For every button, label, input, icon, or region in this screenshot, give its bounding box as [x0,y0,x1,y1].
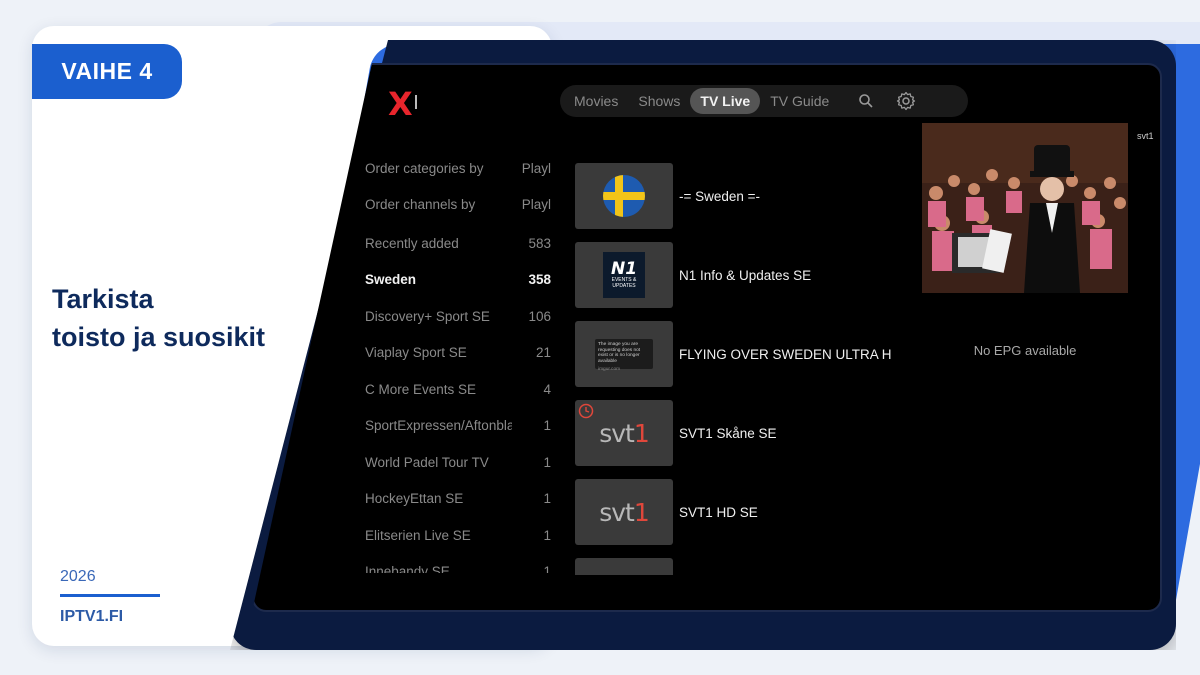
channel-row[interactable] [575,558,925,575]
category-item[interactable]: Viaplay Sport SE 21 [365,345,551,365]
channel-name: SVT1 HD SE [679,504,758,520]
app-logo[interactable]: X [388,85,413,123]
top-nav: Movies Shows TV Live TV Guide [560,85,968,117]
headline-line-2: toisto ja suosikit [52,322,266,352]
channel-thumbnail: svt1 [575,400,673,466]
channel-name: -= Sweden =- [679,188,761,204]
channel-row[interactable]: svt1 SVT1 HD SE [575,479,925,545]
gear-icon[interactable] [893,88,919,114]
error-thumbnail: The image you are requesting does not ex… [595,339,653,372]
channel-row[interactable]: svt1 SVT1 Skåne SE [575,400,925,466]
search-icon[interactable] [853,88,879,114]
channel-name: N1 Info & Updates SE [679,267,812,283]
nav-movies[interactable]: Movies [564,88,628,114]
category-item[interactable]: HockeyEttan SE 1 [365,491,551,511]
app-screen: X Movies Shows TV Live TV Guide Order ca… [252,63,1162,612]
channel-thumbnail: The image you are requesting does not ex… [575,321,673,387]
n1-logo: N1 EVENTS & UPDATES [603,252,645,298]
svt1-logo: svt1 [599,418,650,448]
channel-thumbnail [575,163,673,229]
epg-status: No EPG available [973,343,1077,358]
nav-shows[interactable]: Shows [628,88,690,114]
category-item[interactable]: Innebandy SE 1 [365,564,551,573]
video-preview[interactable] [922,123,1128,293]
step-badge: VAIHE 4 [32,44,182,99]
channel-row[interactable]: The image you are requesting does not ex… [575,321,925,387]
footer-divider [60,594,160,597]
category-item[interactable]: Order categories by Playl [365,161,551,181]
sweden-flag-icon [603,175,645,217]
category-item[interactable]: Order channels by Playl [365,197,551,217]
channel-thumbnail: N1 EVENTS & UPDATES [575,242,673,308]
category-item[interactable]: World Padel Tour TV 1 [365,455,551,475]
category-item[interactable]: Elitserien Live SE 1 [365,528,551,548]
footer-site: IPTV1.FI [60,608,124,625]
channel-row[interactable]: -= Sweden =- [575,163,925,229]
channel-row[interactable]: N1 EVENTS & UPDATES N1 Info & Updates SE [575,242,925,308]
category-item-selected[interactable]: Sweden 358 [365,272,551,292]
channel-name: SVT1 Skåne SE [679,425,777,441]
preview-channel-label: svt1 [1137,131,1154,141]
category-item[interactable]: Discovery+ Sport SE 106 [365,309,551,329]
step-badge-label: VAIHE 4 [61,58,153,84]
headline: Tarkista toisto ja suosikit [52,280,272,356]
nav-tv-live[interactable]: TV Live [690,88,761,114]
category-item[interactable]: Recently added 583 [365,236,551,256]
footer-year: 2026 [60,568,96,585]
text-cursor [415,95,417,109]
category-list: Order categories by Playl Order channels … [365,153,551,573]
nav-tv-guide[interactable]: TV Guide [760,88,839,114]
category-item[interactable]: C More Events SE 4 [365,382,551,402]
svt1-logo: svt1 [599,497,650,527]
channel-thumbnail [575,558,673,575]
channel-name: FLYING OVER SWEDEN ULTRA H [679,346,892,362]
headline-line-1: Tarkista [52,284,154,314]
channel-list: -= Sweden =- N1 EVENTS & UPDATES N1 Info… [575,163,925,575]
channel-thumbnail: svt1 [575,479,673,545]
category-item[interactable]: SportExpressen/Aftonbladet1 [365,418,551,438]
catchup-clock-icon [578,403,594,419]
